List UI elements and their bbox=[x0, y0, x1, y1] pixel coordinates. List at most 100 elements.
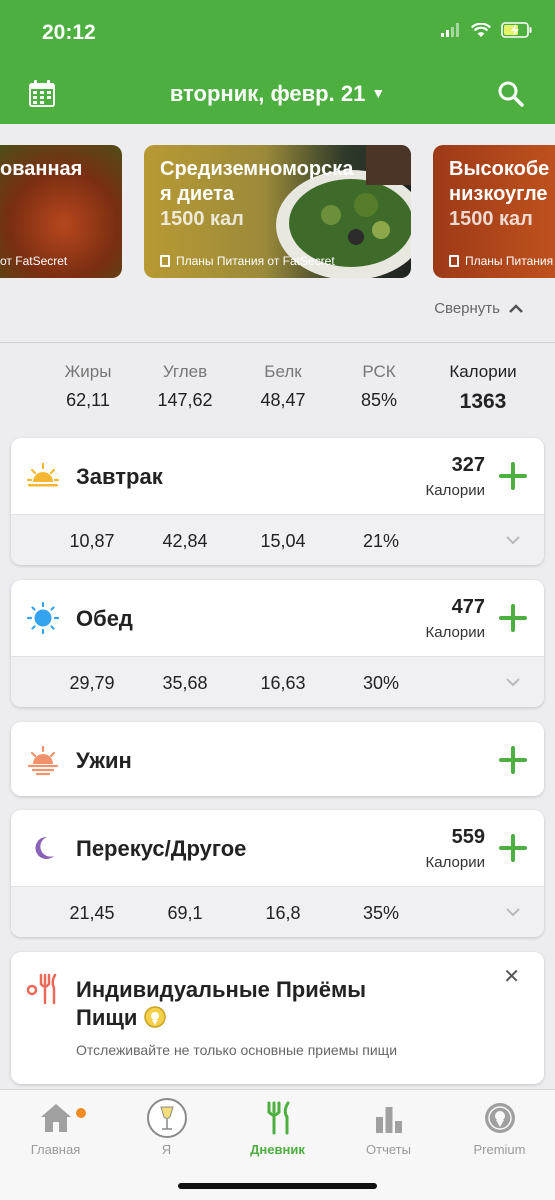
sun-icon bbox=[27, 602, 59, 634]
caret-down-icon: ▼ bbox=[371, 85, 386, 101]
total-kcal-value: 1363 bbox=[459, 390, 507, 413]
add-food-button[interactable] bbox=[499, 604, 527, 632]
date-label: вторник, февр. 21 bbox=[169, 81, 366, 106]
total-carbs: Углев 147,62 bbox=[148, 362, 222, 411]
total-fat-value: 62,11 bbox=[66, 390, 110, 410]
meal-fat: 10,87 bbox=[69, 531, 115, 551]
tab-label: Дневник bbox=[250, 1142, 305, 1157]
meal-card-lunch[interactable]: Обед 477 Калории 29,79 35,68 16,63 30% bbox=[11, 580, 544, 707]
custom-meals-title-line1: Индивидуальные Приёмы bbox=[76, 977, 367, 1002]
status-icons bbox=[441, 22, 533, 38]
battery-charging-icon bbox=[501, 22, 532, 38]
fork-knife-gear-icon bbox=[26, 973, 57, 1005]
add-food-button[interactable] bbox=[499, 834, 527, 862]
banner-title: Средиземноморска я диета 1500 кал bbox=[160, 157, 353, 232]
premium-badge-icon bbox=[484, 1103, 515, 1133]
total-carbs-value: 147,62 bbox=[157, 390, 213, 410]
meal-kcal-label: Калории bbox=[425, 482, 485, 499]
meal-rsk: 30% bbox=[362, 673, 400, 693]
meal-carbs: 69,1 bbox=[167, 903, 203, 923]
meal-kcal-value: 559 bbox=[451, 826, 485, 848]
close-icon[interactable]: ✕ bbox=[503, 964, 520, 989]
banner-source: Планы Питания bbox=[449, 254, 553, 268]
sunrise-icon bbox=[27, 462, 59, 487]
tab-label: Premium bbox=[473, 1142, 526, 1157]
meal-name: Перекус/Другое bbox=[76, 836, 247, 861]
home-indicator[interactable] bbox=[178, 1183, 377, 1189]
meal-kcal-label: Калории bbox=[425, 624, 485, 641]
meal-fat: 21,45 bbox=[69, 903, 115, 923]
meal-plan-carousel[interactable]: ованная от FatSecret Средиземноморска я … bbox=[0, 145, 555, 279]
meal-kcal-value: 477 bbox=[451, 596, 485, 618]
meal-protein: 16,8 bbox=[265, 903, 301, 923]
tab-label: Я bbox=[161, 1142, 172, 1157]
search-icon[interactable] bbox=[497, 80, 525, 108]
meal-rsk: 35% bbox=[362, 903, 400, 923]
premium-badge-icon bbox=[143, 1006, 166, 1028]
signal-icon bbox=[441, 23, 459, 37]
banner-title-text: Высокобе низкоугле bbox=[449, 158, 550, 205]
chevron-down-icon[interactable] bbox=[506, 905, 520, 919]
meal-stats-row[interactable]: 10,87 42,84 15,04 21% bbox=[11, 514, 544, 565]
custom-meals-card[interactable]: Индивидуальные Приёмы Пищи Отслеживайте … bbox=[11, 952, 544, 1084]
banner-title-text: Средиземноморска я диета bbox=[160, 158, 354, 205]
add-food-button[interactable] bbox=[499, 462, 527, 490]
tab-label: Отчеты bbox=[366, 1142, 411, 1157]
total-carbs-label: Углев bbox=[162, 362, 208, 381]
tab-reports[interactable]: Отчеты bbox=[333, 1098, 444, 1157]
total-rsk-label: РСК bbox=[362, 362, 396, 381]
total-kcal-label: Калории bbox=[449, 362, 517, 381]
meal-stats-row[interactable]: 21,45 69,1 16,8 35% bbox=[11, 886, 544, 937]
meal-name: Обед bbox=[76, 606, 133, 631]
sunset-icon bbox=[27, 745, 59, 776]
wifi-icon bbox=[471, 22, 491, 37]
tab-label: Главная bbox=[30, 1142, 81, 1157]
notification-dot bbox=[76, 1108, 86, 1118]
tab-premium[interactable]: Premium bbox=[444, 1098, 555, 1157]
tab-home[interactable]: Главная bbox=[0, 1098, 111, 1157]
tab-diary[interactable]: Дневник bbox=[222, 1098, 333, 1157]
meal-plan-banner[interactable]: Высокобе низкоугле 1500 кал Планы Питани… bbox=[433, 145, 555, 278]
divider bbox=[0, 342, 555, 343]
meal-name: Завтрак bbox=[76, 464, 163, 489]
profile-icon bbox=[146, 1098, 187, 1138]
custom-meals-title-line2: Пищи bbox=[76, 1005, 138, 1030]
total-kcal: Калории 1363 bbox=[436, 362, 530, 414]
meal-stats-row[interactable]: 29,79 35,68 16,63 30% bbox=[11, 656, 544, 707]
total-fat-label: Жиры bbox=[64, 362, 112, 381]
banner-source: от FatSecret bbox=[0, 254, 67, 268]
meal-kcal-value: 327 bbox=[451, 454, 485, 476]
total-fat: Жиры 62,11 bbox=[55, 362, 121, 411]
total-rsk-value: 85% bbox=[360, 390, 398, 410]
collapse-button[interactable]: Свернуть bbox=[434, 300, 524, 317]
meal-card-breakfast[interactable]: Завтрак 327 Калории 10,87 42,84 15,04 21… bbox=[11, 438, 544, 565]
meal-name: Ужин bbox=[76, 748, 132, 773]
status-time: 20:12 bbox=[42, 21, 96, 44]
banner-kcal: 1500 кал bbox=[160, 208, 244, 230]
meal-fat: 29,79 bbox=[69, 673, 115, 693]
meal-carbs: 35,68 bbox=[162, 673, 208, 693]
meal-plan-banner[interactable]: Средиземноморска я диета 1500 кал Планы … bbox=[144, 145, 411, 278]
custom-meals-title: Индивидуальные Приёмы Пищи bbox=[76, 976, 366, 1032]
tab-me[interactable]: Я bbox=[111, 1098, 222, 1157]
chevron-down-icon[interactable] bbox=[506, 675, 520, 689]
banner-kcal: 1500 кал bbox=[449, 208, 533, 230]
meal-card-dinner[interactable]: Ужин bbox=[11, 722, 544, 796]
banner-title: ованная bbox=[0, 158, 83, 180]
fork-knife-icon bbox=[267, 1101, 289, 1135]
add-food-button[interactable] bbox=[499, 746, 527, 774]
total-protein-label: Белк bbox=[264, 362, 302, 381]
banner-title: Высокобе низкоугле 1500 кал bbox=[449, 157, 549, 232]
banner-source-label: от FatSecret bbox=[0, 254, 68, 268]
meal-plan-banner[interactable]: ованная от FatSecret bbox=[0, 145, 122, 278]
chevron-down-icon[interactable] bbox=[506, 533, 520, 547]
total-rsk: РСК 85% bbox=[348, 362, 410, 411]
date-selector[interactable]: вторник, февр. 21 ▼ bbox=[0, 81, 555, 107]
home-icon bbox=[40, 1104, 71, 1132]
app-header: 20:12 вторник, февр. 21 ▼ bbox=[0, 0, 555, 124]
banner-source-label: Планы Питания bbox=[465, 254, 554, 268]
map-icon bbox=[449, 255, 459, 267]
meal-card-snack[interactable]: Перекус/Другое 559 Калории 21,45 69,1 16… bbox=[11, 810, 544, 937]
moon-icon bbox=[35, 836, 54, 859]
total-protein: Белк 48,47 bbox=[250, 362, 316, 411]
